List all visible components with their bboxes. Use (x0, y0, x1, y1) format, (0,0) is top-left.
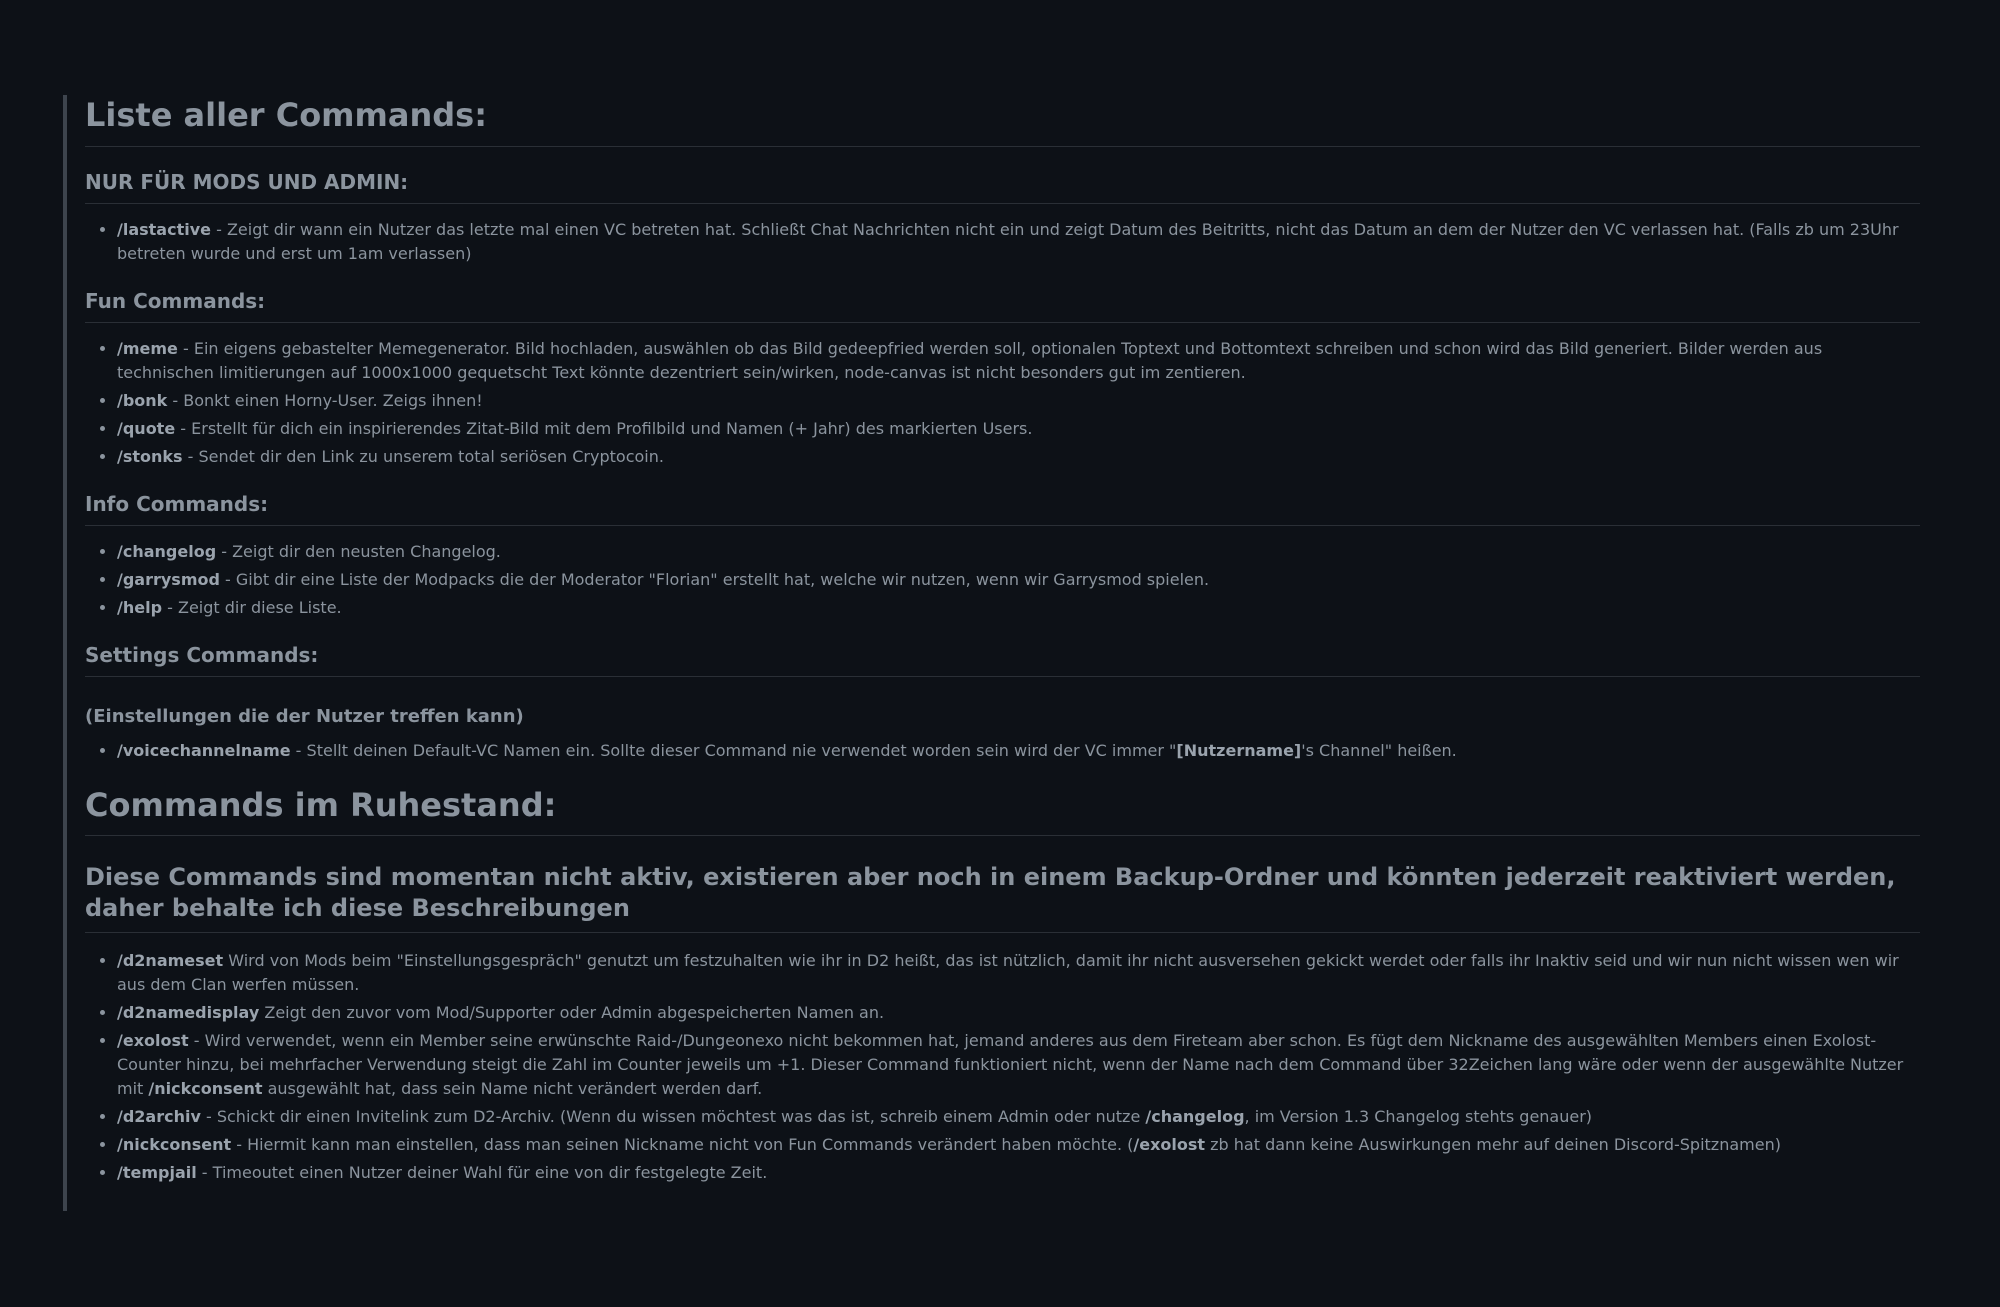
list-item: /stonks - Sendet dir den Link zu unserem… (117, 445, 1920, 469)
info-list: /changelog - Zeigt dir den neusten Chang… (85, 540, 1920, 620)
command-description: - Schickt dir einen Invitelink zum D2-Ar… (200, 1107, 1146, 1126)
command-description: - Erstellt für dich ein inspirierendes Z… (175, 419, 1033, 438)
command-name: /changelog (117, 542, 217, 561)
settings-subheading: (Einstellungen die der Nutzer treffen ka… (85, 706, 524, 727)
list-item: /d2archiv - Schickt dir einen Invitelink… (117, 1105, 1920, 1129)
command-description: - Zeigt dir diese Liste. (162, 598, 342, 617)
list-item: /changelog - Zeigt dir den neusten Chang… (117, 540, 1920, 564)
command-description-end: zb hat dann keine Auswirkungen mehr auf … (1205, 1135, 1781, 1154)
command-description: - Zeigt dir den neusten Changelog. (216, 542, 501, 561)
fun-heading: Fun Commands: (85, 288, 1920, 323)
command-description-end: , im Version 1.3 Changelog stehts genaue… (1244, 1107, 1593, 1126)
command-name: /tempjail (117, 1163, 197, 1182)
list-item: /nickconsent - Hiermit kann man einstell… (117, 1133, 1920, 1157)
list-item: /lastactive - Zeigt dir wann ein Nutzer … (117, 218, 1920, 266)
command-name: /d2nameset (117, 951, 224, 970)
command-list-quote: Liste aller Commands: NUR FÜR MODS UND A… (63, 95, 1920, 1211)
fun-list: /meme - Ein eigens gebastelter Memegener… (85, 337, 1920, 469)
list-item: /d2namedisplay Zeigt den zuvor vom Mod/S… (117, 1001, 1920, 1025)
command-description: - Ein eigens gebastelter Memegenerator. … (117, 339, 1823, 382)
placeholder-name: [Nutzername] (1176, 741, 1302, 760)
command-description: - Gibt dir eine Liste der Modpacks die d… (219, 570, 1210, 589)
retired-list: /d2nameset Wird von Mods beim "Einstellu… (85, 949, 1920, 1185)
list-item: /d2nameset Wird von Mods beim "Einstellu… (117, 949, 1920, 997)
list-item: /garrysmod - Gibt dir eine Liste der Mod… (117, 568, 1920, 592)
command-description: - Zeigt dir wann ein Nutzer das letzte m… (117, 220, 1899, 263)
referenced-command: /changelog (1145, 1107, 1245, 1126)
mods-list: /lastactive - Zeigt dir wann ein Nutzer … (85, 218, 1920, 266)
command-description-end: 's Channel" heißen. (1301, 741, 1457, 760)
referenced-command: /exolost (1133, 1135, 1206, 1154)
command-description: Zeigt den zuvor vom Mod/Supporter oder A… (259, 1003, 885, 1022)
command-description: - Timeoutet einen Nutzer deiner Wahl für… (196, 1163, 768, 1182)
command-name: /d2namedisplay (117, 1003, 260, 1022)
list-item: /exolost - Wird verwendet, wenn ein Memb… (117, 1029, 1920, 1101)
command-name: /meme (117, 339, 178, 358)
command-description: Wird von Mods beim "Einstellungsgespräch… (117, 951, 1899, 994)
command-name: /garrysmod (117, 570, 220, 589)
command-name: /quote (117, 419, 176, 438)
retired-subheading: Diese Commands sind momentan nicht aktiv… (85, 862, 1920, 933)
command-name: /bonk (117, 391, 168, 410)
command-name: /lastactive (117, 220, 211, 239)
command-description: - Stellt deinen Default-VC Namen ein. So… (290, 741, 1177, 760)
command-name: /nickconsent (117, 1135, 232, 1154)
retired-heading: Commands im Ruhestand: (85, 785, 1920, 836)
mods-heading: NUR FÜR MODS UND ADMIN: (85, 169, 1920, 204)
command-description: - Hiermit kann man einstellen, dass man … (231, 1135, 1134, 1154)
command-name: /stonks (117, 447, 183, 466)
list-item: /bonk - Bonkt einen Horny-User. Zeigs ih… (117, 389, 1920, 413)
info-heading: Info Commands: (85, 491, 1920, 526)
command-name: /help (117, 598, 163, 617)
list-item: /tempjail - Timeoutet einen Nutzer deine… (117, 1161, 1920, 1185)
command-name: /d2archiv (117, 1107, 201, 1126)
list-item: /quote - Erstellt für dich ein inspirier… (117, 417, 1920, 441)
referenced-command: /nickconsent (148, 1079, 263, 1098)
settings-list: /voicechannelname - Stellt deinen Defaul… (85, 739, 1920, 763)
command-description-end: ausgewählt hat, dass sein Name nicht ver… (262, 1079, 763, 1098)
list-item: /voicechannelname - Stellt deinen Defaul… (117, 739, 1920, 763)
list-item: /meme - Ein eigens gebastelter Memegener… (117, 337, 1920, 385)
command-name: /exolost (117, 1031, 189, 1050)
settings-heading: Settings Commands: (85, 642, 1920, 677)
command-name: /voicechannelname (117, 741, 291, 760)
command-description: - Bonkt einen Horny-User. Zeigs ihnen! (167, 391, 483, 410)
page-title: Liste aller Commands: (85, 95, 1920, 147)
command-description: - Sendet dir den Link zu unserem total s… (182, 447, 664, 466)
list-item: /help - Zeigt dir diese Liste. (117, 596, 1920, 620)
